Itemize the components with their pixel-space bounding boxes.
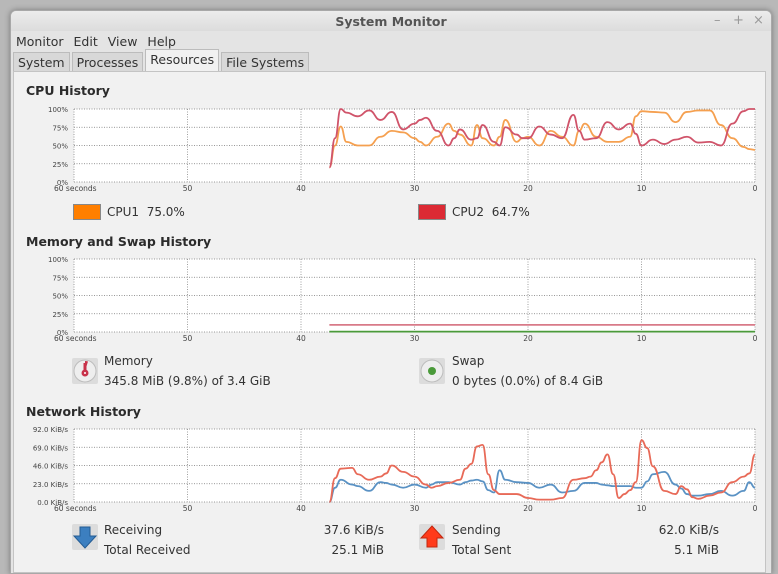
cpu1-value: 75.0%: [146, 205, 185, 219]
swap-value: 0 bytes (0.0%) of 8.4 GiB: [452, 374, 604, 388]
resources-panel: CPU History 100% 75% 50% 25% 0% 60 seconds 50 4…: [13, 71, 766, 573]
sending-color-button[interactable]: [419, 524, 445, 550]
cpu1-name: CPU1: [107, 205, 140, 219]
y-tick-label: 100%: [48, 256, 68, 264]
sending-label: Sending: [452, 523, 501, 537]
tab-system[interactable]: System: [13, 52, 70, 71]
tab-resources[interactable]: Resources: [145, 49, 220, 71]
x-tick-label: 40: [296, 334, 306, 343]
x-tick-label: 10: [637, 334, 647, 343]
tab-bar: System Processes Resources File Systems: [11, 49, 771, 71]
y-tick-label: 69.0 KiB/s: [33, 444, 69, 452]
y-tick-label: 50%: [52, 293, 68, 301]
x-tick-label: 50: [183, 184, 193, 193]
y-tick-label: 25%: [52, 161, 68, 169]
x-tick-label: 10: [637, 504, 647, 513]
y-tick-label: 100%: [48, 106, 68, 114]
cpu2-value: 64.7%: [491, 205, 530, 219]
system-monitor-window: System Monitor – + × Monitor Edit View H…: [10, 10, 772, 574]
x-tick-label: 0: [753, 334, 758, 343]
cpu2-name: CPU2: [452, 205, 485, 219]
x-tick-label: 50: [183, 504, 193, 513]
swap-pie-icon: [420, 359, 444, 383]
y-tick-label: 50%: [52, 143, 68, 151]
memory-color-button[interactable]: [72, 358, 98, 384]
x-tick-label: 10: [637, 184, 647, 193]
total-received-value: 25.1 MiB: [331, 543, 384, 557]
memory-pie-icon: [73, 359, 97, 383]
maximize-button[interactable]: +: [733, 13, 744, 28]
receiving-color-button[interactable]: [72, 524, 98, 550]
y-tick-label: 23.0 KiB/s: [33, 481, 69, 489]
cpu1-legend: CPU1 75.0%: [107, 205, 185, 219]
x-tick-label: 30: [410, 334, 420, 343]
memory-label: Memory: [104, 354, 153, 368]
network-history-chart: 92.0 KiB/s 69.0 KiB/s 46.0 KiB/s 23.0 KiB/s…: [33, 426, 758, 513]
swap-label: Swap: [452, 354, 485, 368]
x-tick-label: 20: [523, 334, 533, 343]
x-tick-label: 60 seconds: [54, 334, 97, 343]
x-tick-label: 30: [410, 504, 420, 513]
x-tick-label: 20: [523, 184, 533, 193]
memory-history-chart: 100%75%50%25%0%60 seconds 50 40 30 20 10 0: [48, 256, 758, 343]
receiving-value: 37.6 KiB/s: [323, 523, 384, 537]
x-tick-label: 40: [296, 504, 306, 513]
menu-help[interactable]: Help: [146, 34, 177, 49]
x-tick-label: 60 seconds: [54, 504, 97, 513]
x-tick-label: 30: [410, 184, 420, 193]
tab-file-systems[interactable]: File Systems: [221, 52, 310, 71]
y-tick-label: 75%: [52, 274, 68, 282]
x-tick-label: 20: [523, 504, 533, 513]
arrow-down-icon: [72, 526, 98, 549]
y-tick-label: 75%: [52, 124, 68, 132]
total-received-label: Total Received: [104, 543, 191, 557]
cpu1-color-swatch[interactable]: [73, 204, 101, 220]
menu-bar: Monitor Edit View Help: [11, 31, 771, 51]
arrow-up-icon: [419, 525, 445, 548]
title-bar[interactable]: System Monitor – + ×: [11, 11, 771, 31]
y-tick-label: 46.0 KiB/s: [33, 463, 69, 471]
menu-monitor[interactable]: Monitor: [15, 34, 65, 49]
tab-processes[interactable]: Processes: [71, 52, 144, 71]
y-tick-label: 25%: [52, 311, 68, 319]
swap-color-button[interactable]: [419, 358, 445, 384]
cpu2-color-swatch[interactable]: [418, 204, 446, 220]
y-tick-label: 92.0 KiB/s: [33, 426, 69, 434]
receiving-label: Receiving: [104, 523, 163, 537]
total-sent-value: 5.1 MiB: [674, 543, 719, 557]
x-tick-label: 0: [753, 184, 758, 193]
close-button[interactable]: ×: [753, 13, 764, 28]
memory-value: 345.8 MiB (9.8%) of 3.4 GiB: [104, 374, 271, 388]
x-tick-label: 0: [753, 504, 758, 513]
menu-edit[interactable]: Edit: [73, 34, 99, 49]
minimize-button[interactable]: –: [714, 13, 721, 28]
cpu-history-chart: 100%75%50%25%0%60 seconds 50 40 30 20 10 0: [48, 106, 758, 193]
x-tick-label: 50: [183, 334, 193, 343]
cpu2-legend: CPU2 64.7%: [452, 205, 530, 219]
menu-view[interactable]: View: [107, 34, 139, 49]
sending-value: 62.0 KiB/s: [658, 523, 719, 537]
window-title: System Monitor: [335, 14, 447, 29]
total-sent-label: Total Sent: [452, 543, 512, 557]
x-tick-label: 60 seconds: [54, 184, 97, 193]
x-tick-label: 40: [296, 184, 306, 193]
